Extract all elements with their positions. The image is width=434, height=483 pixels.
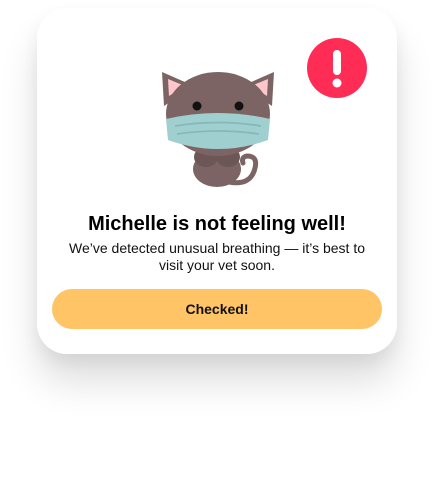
cat-wearing-mask-icon [162, 72, 274, 187]
alert-message: We’ve detected unusual breathing — it’s … [69, 240, 365, 273]
health-alert-card: Michelle is not feeling well! We’ve dete… [37, 8, 397, 354]
checked-button[interactable]: Checked! [52, 289, 382, 329]
exclamation-alert-icon [307, 38, 367, 98]
screen: Michelle is not feeling well! We’ve dete… [0, 0, 434, 483]
alert-title: Michelle is not feeling well! [88, 213, 346, 235]
